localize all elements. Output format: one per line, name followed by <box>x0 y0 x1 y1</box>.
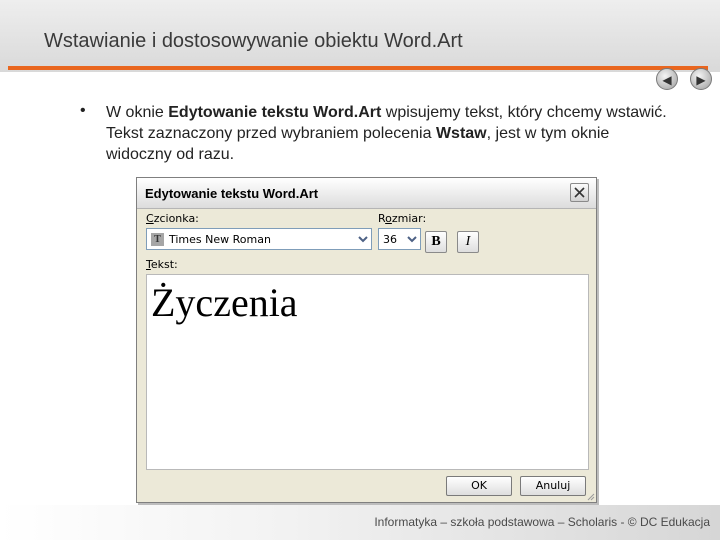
font-select[interactable]: T Times New Roman <box>146 228 372 250</box>
chevron-down-icon <box>358 236 368 243</box>
paragraph-bold-2: Wstaw <box>435 125 487 142</box>
paragraph-text-1: W oknie <box>106 104 169 121</box>
next-slide-button[interactable]: ▶ <box>690 68 712 90</box>
truetype-font-icon: T <box>151 233 164 246</box>
size-select-value: 36 <box>383 233 397 246</box>
size-select[interactable]: 36 <box>378 228 421 250</box>
arrow-right-icon: ▶ <box>696 73 706 87</box>
slide-footer: Informatyka – szkoła podstawowa – Schola… <box>0 505 720 540</box>
dialog-title-bar: Edytowanie tekstu Word.Art <box>137 178 596 209</box>
resize-grip-icon[interactable] <box>585 491 595 501</box>
ok-button[interactable]: OK <box>446 476 512 496</box>
size-label: Rozmiar: <box>378 212 427 225</box>
bullet-paragraph: W oknie Edytowanie tekstu Word.Art wpisu… <box>106 102 676 165</box>
text-label: Tekst: <box>146 258 178 271</box>
bullet-marker: • <box>80 102 86 119</box>
dialog-title: Edytowanie tekstu Word.Art <box>145 186 319 201</box>
bold-button[interactable]: B <box>425 231 447 253</box>
font-label: Czcionka: <box>146 212 199 225</box>
footer-text: Informatyka – szkoła podstawowa – Schola… <box>374 515 710 529</box>
wordart-text-value: Życzenia <box>151 280 298 325</box>
font-select-value: Times New Roman <box>169 233 271 246</box>
title-underline <box>8 66 708 70</box>
close-icon <box>574 187 585 198</box>
prev-slide-button[interactable]: ◀ <box>656 68 678 90</box>
italic-button[interactable]: I <box>457 231 479 253</box>
slide-title: Wstawianie i dostosowywanie obiektu Word… <box>44 30 463 52</box>
paragraph-bold-1: Edytowanie tekstu Word.Art <box>168 104 382 121</box>
arrow-left-icon: ◀ <box>662 73 672 87</box>
wordart-text-area[interactable]: Życzenia <box>146 274 589 470</box>
dialog-close-button[interactable] <box>570 183 589 202</box>
cancel-button[interactable]: Anuluj <box>520 476 586 496</box>
chevron-down-icon <box>407 236 417 243</box>
wordart-edit-dialog: Edytowanie tekstu Word.Art Czcionka: T T… <box>136 177 597 503</box>
